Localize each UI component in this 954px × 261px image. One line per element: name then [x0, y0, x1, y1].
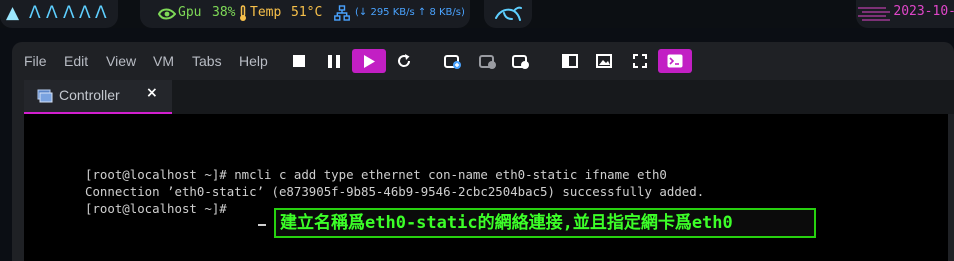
menu-bar: File Edit View VM Tabs Help: [12, 42, 954, 80]
clock: 2023-10-: [893, 4, 954, 19]
network-speed: (↓ 295 KB/s ↑ 8 KB/s): [355, 7, 465, 18]
vm-console[interactable]: [root@localhost ~]# nmcli c add type eth…: [24, 114, 948, 261]
tab-bar: Controller ×: [24, 80, 954, 114]
snapshot-take-button[interactable]: [442, 50, 464, 72]
annotation-callout: 建立名稱爲eth0-static的網絡連接,並且指定網卡爲eth0: [274, 208, 816, 238]
console-line-3: [root@localhost ~]#: [85, 201, 235, 216]
tab-label: Controller: [59, 87, 120, 103]
pause-button[interactable]: [323, 50, 345, 72]
workspace-4[interactable]: Λ: [63, 3, 75, 23]
system-top-bar: ▲ Λ Λ Λ Λ Λ Gpu 38% Temp 51°C (↓ 295 KB/…: [0, 0, 954, 28]
snapshot-revert-button[interactable]: [477, 50, 499, 72]
workspace-switcher: ▲ Λ Λ Λ Λ Λ: [0, 0, 118, 28]
kali-menu[interactable]: [484, 0, 532, 28]
restart-icon: [398, 54, 411, 67]
fullscreen-icon: [633, 54, 647, 68]
workspace-3[interactable]: Λ: [46, 3, 58, 23]
gpu-value: 38%: [212, 5, 236, 20]
console-line-2: Connection ’eth0-static’ (e873905f-9b85-…: [85, 184, 705, 199]
thumbnail-button[interactable]: [593, 50, 615, 72]
pause-icon: [328, 54, 340, 68]
menu-tabs[interactable]: Tabs: [192, 52, 222, 70]
workspace-2[interactable]: Λ: [29, 3, 41, 23]
text-cursor: [258, 224, 266, 226]
console-line-1: [root@localhost ~]# nmcli c add type eth…: [85, 167, 667, 182]
sidebar-toggle-button[interactable]: [559, 50, 581, 72]
console-icon: [667, 54, 683, 68]
workspace-6[interactable]: Λ: [95, 3, 107, 23]
restart-button[interactable]: [393, 50, 415, 72]
sidebar-toggle-icon: [562, 54, 578, 68]
snapshot-manager-icon: [512, 55, 529, 69]
decorative-stripes: [858, 7, 890, 21]
menu-file[interactable]: File: [24, 52, 47, 70]
workspace-5[interactable]: Λ: [79, 3, 91, 23]
workspace-1[interactable]: ▲: [6, 3, 19, 23]
vm-icon: [37, 89, 53, 103]
play-button[interactable]: [352, 49, 386, 73]
stop-button[interactable]: [288, 50, 310, 72]
network-icon: [334, 5, 350, 21]
vmware-window: File Edit View VM Tabs Help Controller ×…: [12, 42, 954, 261]
menu-vm[interactable]: VM: [153, 52, 174, 70]
thumbnail-icon: [596, 54, 612, 68]
system-stats: Gpu 38% Temp 51°C (↓ 295 KB/s ↑ 8 KB/s): [140, 0, 470, 28]
thermometer-icon: [240, 5, 246, 21]
menu-view[interactable]: View: [106, 52, 136, 70]
close-tab-icon[interactable]: ×: [146, 85, 158, 101]
stop-icon: [293, 55, 305, 67]
tab-controller[interactable]: Controller ×: [24, 80, 172, 114]
fullscreen-button[interactable]: [629, 50, 651, 72]
clock-area: 2023-10-: [856, 0, 954, 28]
snapshot-take-icon: [444, 55, 461, 69]
snapshot-revert-icon: [479, 55, 496, 69]
gpu-label: Gpu: [178, 5, 202, 20]
snapshot-manager-button[interactable]: [510, 50, 532, 72]
menu-help[interactable]: Help: [239, 52, 268, 70]
temp-value: 51°C: [291, 5, 323, 20]
temp-label: Temp: [250, 5, 282, 20]
menu-edit[interactable]: Edit: [64, 52, 88, 70]
nvidia-icon: [158, 8, 176, 20]
console-view-button[interactable]: [658, 49, 692, 73]
kali-dragon-icon: [495, 6, 522, 21]
play-icon: [364, 54, 375, 68]
